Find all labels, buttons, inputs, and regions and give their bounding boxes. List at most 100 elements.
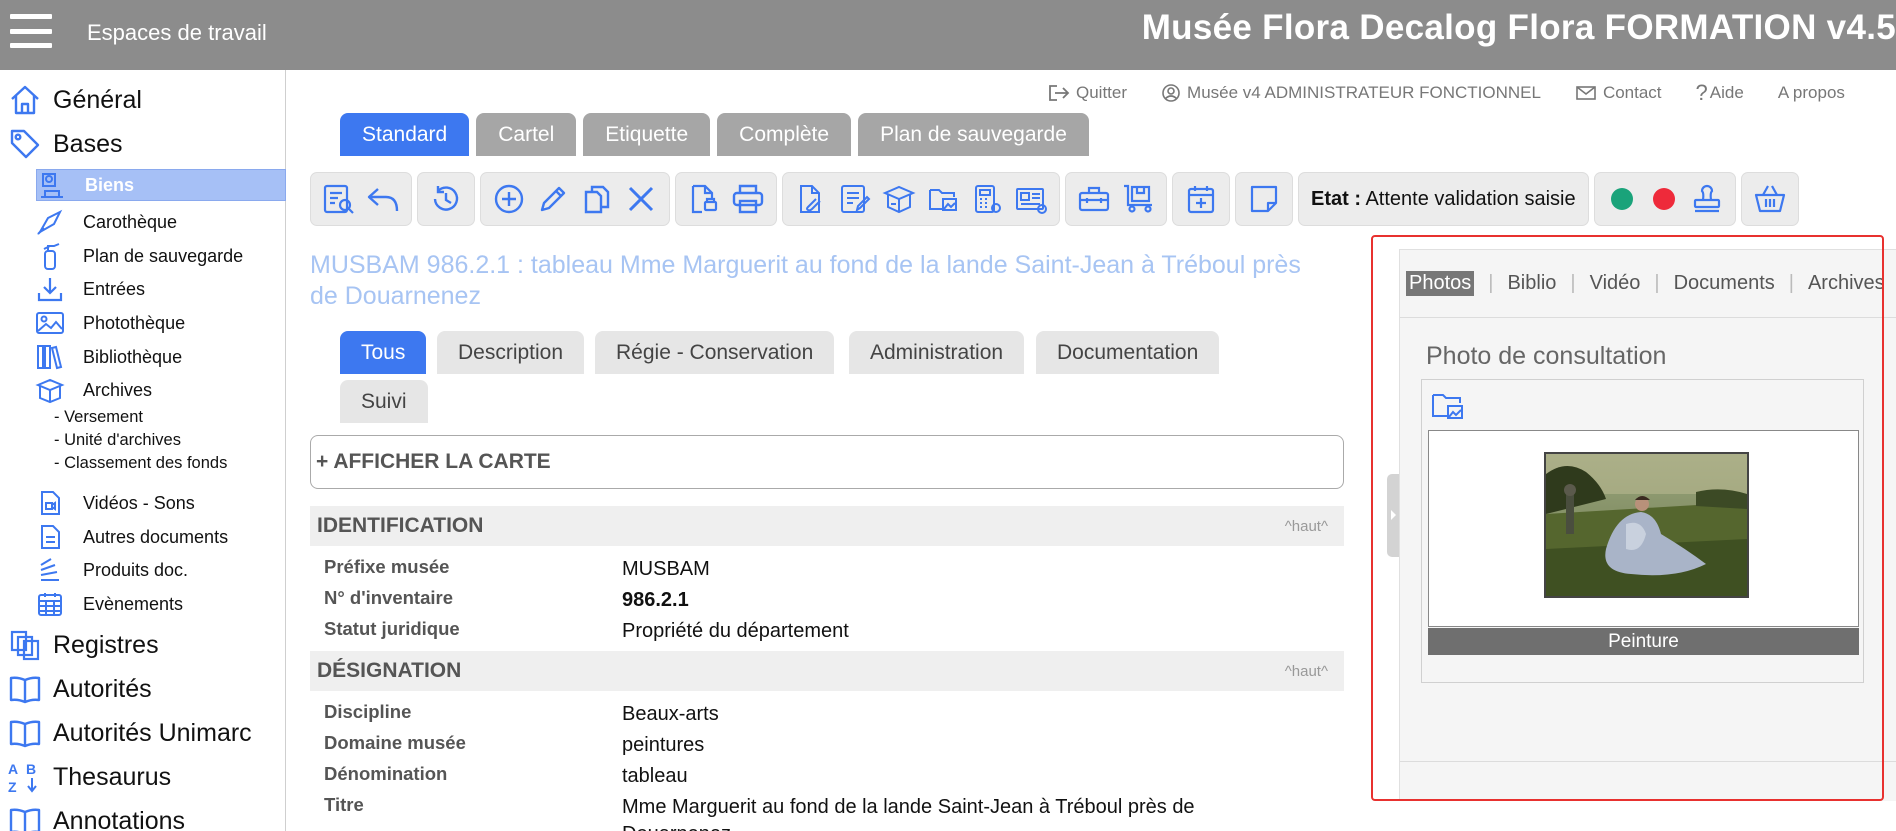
toolbar-group-tools: [782, 172, 1060, 226]
top-bar: Espaces de travail Musée Flora Decalog F…: [0, 0, 1896, 70]
boxes-icon[interactable]: [877, 177, 921, 221]
add-icon[interactable]: [487, 177, 531, 221]
main-tabs: Standard Cartel Etiquette Complète Plan …: [340, 113, 1096, 156]
printer-icon[interactable]: [726, 177, 770, 221]
sidebar-item-entrees[interactable]: Entrées: [0, 273, 286, 305]
media-tab-photos[interactable]: Photos: [1406, 271, 1475, 296]
tab-etiquette[interactable]: Etiquette: [583, 113, 711, 156]
toolbar-group-history: [417, 172, 475, 226]
folder-image-icon[interactable]: [921, 177, 965, 221]
sidebar-item-general[interactable]: Général: [0, 80, 142, 120]
sidebar-item-plan-sauvegarde[interactable]: Plan de sauvegarde: [0, 240, 286, 272]
media-tab-biblio[interactable]: Biblio: [1507, 272, 1556, 295]
header-links: Quitter Musée v4 ADMINISTRATEUR FONCTION…: [1048, 80, 1879, 106]
field-domaine-musee: Domaine musée peintures: [324, 732, 705, 756]
sidebar-item-autorites-unimarc[interactable]: Autorités Unimarc: [0, 713, 252, 753]
subtab-administration[interactable]: Administration: [849, 331, 1025, 374]
subtab-documentation[interactable]: Documentation: [1036, 331, 1220, 374]
panel-collapse-handle[interactable]: [1387, 474, 1399, 557]
form-edit-icon[interactable]: [833, 177, 877, 221]
app-title: Musée Flora Decalog Flora FORMATION v4.5: [1141, 8, 1896, 47]
calculator-icon[interactable]: [965, 177, 1009, 221]
sidebar-item-bibliotheque[interactable]: Bibliothèque: [0, 341, 286, 373]
help-link[interactable]: ? Aide: [1696, 80, 1744, 106]
validate-green-dot[interactable]: [1610, 188, 1633, 210]
archives-child-versement[interactable]: - Versement: [54, 408, 143, 427]
painting-thumbnail[interactable]: [1544, 452, 1749, 598]
tab-cartel[interactable]: Cartel: [476, 113, 577, 156]
folder-image-icon[interactable]: [1430, 388, 1466, 422]
subtab-regie-conservation[interactable]: Régie - Conservation: [595, 331, 835, 374]
user-icon: [1161, 83, 1181, 103]
help-icon: ?: [1695, 80, 1708, 105]
stamp-icon[interactable]: [1685, 177, 1729, 221]
sidebar-item-biens[interactable]: Biens: [36, 169, 286, 201]
home-icon: [8, 83, 42, 117]
sidebar-item-autres-documents[interactable]: Autres documents: [0, 521, 286, 553]
duplicate-icon[interactable]: [575, 177, 619, 221]
attach-document-icon[interactable]: [789, 177, 833, 221]
tab-complete[interactable]: Complète: [717, 113, 852, 156]
contact-link[interactable]: Contact: [1575, 83, 1662, 103]
calendar-add-icon[interactable]: [1179, 177, 1223, 221]
sidebar-item-evenements[interactable]: Evènements: [0, 588, 286, 620]
reject-red-dot[interactable]: [1652, 188, 1675, 210]
back-to-top-link[interactable]: ^haut^: [1285, 518, 1328, 535]
sidebar-item-registres[interactable]: Registres: [0, 625, 159, 665]
show-map-toggle[interactable]: + AFFICHER LA CARTE: [310, 435, 1344, 489]
print-preview-icon[interactable]: [682, 177, 726, 221]
field-prefixe-musee: Préfixe musée MUSBAM: [324, 556, 710, 580]
tab-plan-sauvegarde[interactable]: Plan de sauvegarde: [858, 113, 1089, 156]
basket-icon[interactable]: [1748, 177, 1792, 221]
calendar-icon: [35, 589, 65, 619]
tab-standard[interactable]: Standard: [340, 113, 470, 156]
sticky-note-icon[interactable]: [1242, 177, 1286, 221]
record-toolbar: Etat : Attente validation saisie: [310, 172, 1804, 226]
quit-link[interactable]: Quitter: [1048, 83, 1127, 103]
subtab-suivi[interactable]: Suivi: [340, 380, 428, 423]
sidebar-item-annotations[interactable]: Annotations: [0, 801, 185, 831]
app-window: Espaces de travail Musée Flora Decalog F…: [0, 0, 1896, 831]
sidebar-item-autorites[interactable]: Autorités: [0, 669, 152, 709]
toolbar-group-list: [310, 172, 412, 226]
archives-child-unite[interactable]: - Unité d'archives: [54, 431, 181, 450]
section-header-designation: DÉSIGNATION ^haut^: [310, 651, 1344, 691]
media-tab-archives[interactable]: Archives: [1808, 272, 1885, 295]
sidebar-item-thesaurus[interactable]: AZB Thesaurus: [0, 757, 171, 797]
status-text: Etat : Attente validation saisie: [1311, 187, 1576, 210]
book-icon: [8, 804, 42, 831]
photo-frame[interactable]: [1428, 430, 1859, 627]
sidebar-item-carotheque[interactable]: Carothèque: [0, 206, 286, 238]
hamburger-menu-icon[interactable]: [10, 14, 52, 48]
toolbar-group-transport: [1065, 172, 1167, 226]
sidebar-item-archives[interactable]: Archives: [0, 374, 286, 406]
image-icon: [35, 308, 65, 338]
workspaces-link[interactable]: Espaces de travail: [87, 20, 267, 46]
toolbox-icon[interactable]: [1072, 177, 1116, 221]
user-link[interactable]: Musée v4 ADMINISTRATEUR FONCTIONNEL: [1161, 83, 1541, 103]
sidebar-item-produits-doc[interactable]: Produits doc.: [0, 554, 286, 586]
media-panel-footer: [1400, 761, 1896, 801]
undo-icon[interactable]: [361, 177, 405, 221]
media-tab-documents[interactable]: Documents: [1674, 272, 1775, 295]
archives-child-classement[interactable]: - Classement des fonds: [54, 454, 227, 473]
subtab-description[interactable]: Description: [437, 331, 585, 374]
edit-pencil-icon[interactable]: [531, 177, 575, 221]
record-title: MUSBAM 986.2.1 : tableau Mme Marguerit a…: [310, 251, 1301, 310]
book-icon: [8, 672, 42, 706]
sidebar: Général Bases Biens Carothèque Plan de s…: [0, 70, 286, 831]
movement-cart-icon[interactable]: [1116, 177, 1160, 221]
list-search-icon[interactable]: [317, 177, 361, 221]
sidebar-item-videos-sons[interactable]: Vidéos - Sons: [0, 487, 286, 519]
history-icon[interactable]: [424, 177, 468, 221]
back-to-top-link[interactable]: ^haut^: [1285, 663, 1328, 680]
subtab-tous[interactable]: Tous: [340, 331, 427, 374]
toolbar-group-validation: [1593, 172, 1736, 226]
sidebar-item-bases[interactable]: Bases: [0, 124, 122, 164]
newspaper-icon[interactable]: [1009, 177, 1053, 221]
sidebar-item-phototheque[interactable]: Photothèque: [0, 307, 286, 339]
about-link[interactable]: A propos: [1778, 83, 1845, 103]
field-discipline: Discipline Beaux-arts: [324, 701, 719, 725]
media-tab-video[interactable]: Vidéo: [1590, 272, 1641, 295]
delete-x-icon[interactable]: [619, 177, 663, 221]
